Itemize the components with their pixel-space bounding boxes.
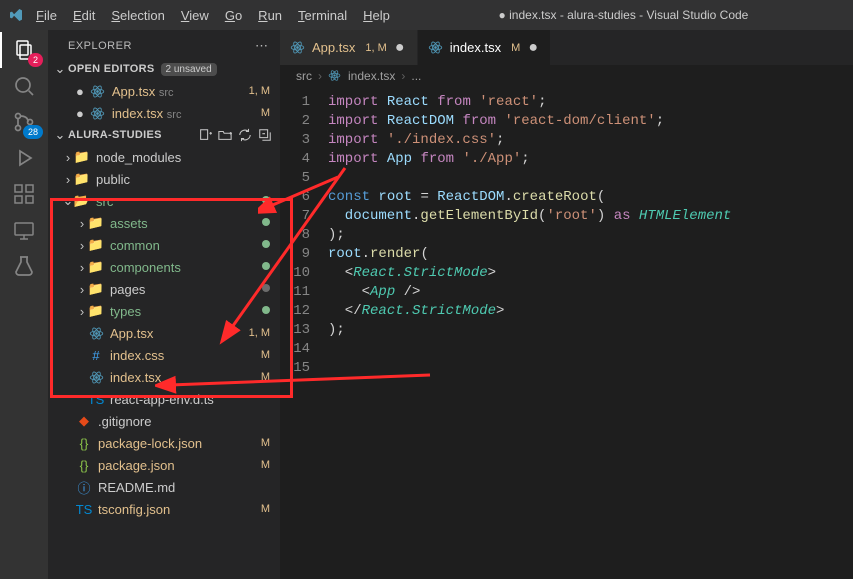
titlebar: File Edit Selection View Go Run Terminal… [0, 0, 853, 30]
folder-icon: 📁 [88, 303, 104, 319]
react-icon [88, 325, 104, 341]
chevron-right-icon: › [318, 69, 322, 83]
folder-icon: 📁 [88, 237, 104, 253]
open-editors-list: ● App.tsx src 1, M ● index.tsx src M [48, 80, 280, 124]
react-icon [90, 105, 106, 121]
activity-debug-icon[interactable] [12, 146, 36, 170]
menubar: File Edit Selection View Go Run Terminal… [28, 4, 398, 27]
folder-public[interactable]: ›📁public [48, 168, 280, 190]
tabs: App.tsx 1, M ● index.tsx M ● [280, 30, 853, 65]
folder-node-modules[interactable]: ›📁node_modules [48, 146, 280, 168]
react-icon [290, 40, 306, 56]
collapse-all-icon[interactable] [258, 128, 272, 142]
react-icon [328, 69, 342, 83]
tab-index-tsx[interactable]: index.tsx M ● [418, 30, 551, 65]
explorer-badge: 2 [28, 53, 43, 67]
activity-search-icon[interactable] [12, 74, 36, 98]
tab-app-tsx[interactable]: App.tsx 1, M ● [280, 30, 418, 65]
menu-help[interactable]: Help [355, 4, 398, 27]
folder-types[interactable]: ›📁types [48, 300, 280, 322]
open-editor-item[interactable]: ● index.tsx src M [48, 102, 280, 124]
menu-view[interactable]: View [173, 4, 217, 27]
info-icon: ⓘ [76, 479, 92, 495]
menu-selection[interactable]: Selection [103, 4, 172, 27]
react-icon [88, 369, 104, 385]
react-icon [90, 83, 106, 99]
activitybar: 2 28 [0, 30, 48, 579]
menu-run[interactable]: Run [250, 4, 290, 27]
folder-icon: 📁 [74, 171, 90, 187]
file-index-tsx[interactable]: index.tsxM [48, 366, 280, 388]
chevron-down-icon: ⌄ [52, 127, 68, 143]
refresh-icon[interactable] [238, 128, 252, 142]
json-icon: {} [76, 435, 92, 451]
ts-icon: TS [88, 391, 104, 407]
menu-edit[interactable]: Edit [65, 4, 103, 27]
file-tree: ›📁node_modules ›📁public ⌄📂src ›📁assets ›… [48, 146, 280, 520]
folder-assets[interactable]: ›📁assets [48, 212, 280, 234]
chevron-right-icon: › [401, 69, 405, 83]
open-editors-header[interactable]: ⌄ OPEN EDITORS 2 unsaved [48, 58, 280, 80]
file-app-tsx[interactable]: App.tsx1, M [48, 322, 280, 344]
editor: App.tsx 1, M ● index.tsx M ● src › index… [280, 30, 853, 579]
folder-components[interactable]: ›📁components [48, 256, 280, 278]
dirty-indicator[interactable]: ● [393, 40, 407, 56]
chevron-down-icon: ⌄ [52, 61, 68, 77]
file-tsconfig[interactable]: TStsconfig.jsonM [48, 498, 280, 520]
activity-remote-icon[interactable] [12, 218, 36, 242]
activity-extensions-icon[interactable] [12, 182, 36, 206]
git-icon: ◆ [76, 413, 92, 429]
sidebar-more-icon[interactable]: ⋯ [255, 38, 268, 54]
css-icon: # [88, 347, 104, 363]
folder-icon: 📁 [88, 215, 104, 231]
vscode-icon [8, 7, 24, 23]
new-folder-icon[interactable] [218, 128, 232, 142]
new-file-icon[interactable] [198, 128, 212, 142]
file-readme[interactable]: ⓘREADME.md [48, 476, 280, 498]
folder-icon: 📁 [88, 259, 104, 275]
react-icon [428, 40, 444, 56]
activity-scm-icon[interactable]: 28 [12, 110, 36, 134]
activity-explorer-icon[interactable]: 2 [12, 38, 36, 62]
file-index-css[interactable]: #index.cssM [48, 344, 280, 366]
file-gitignore[interactable]: ◆.gitignore [48, 410, 280, 432]
ts-icon: TS [76, 501, 92, 517]
folder-pages[interactable]: ›📁pages [48, 278, 280, 300]
scm-badge: 28 [23, 125, 43, 139]
window-title: ● index.tsx - alura-studies - Visual Stu… [398, 8, 849, 22]
sidebar: EXPLORER ⋯ ⌄ OPEN EDITORS 2 unsaved ● Ap… [48, 30, 280, 579]
activity-testing-icon[interactable] [12, 254, 36, 278]
file-react-env[interactable]: TSreact-app-env.d.ts [48, 388, 280, 410]
json-icon: {} [76, 457, 92, 473]
menu-go[interactable]: Go [217, 4, 250, 27]
unsaved-badge: 2 unsaved [161, 63, 217, 76]
menu-file[interactable]: File [28, 4, 65, 27]
file-package-lock[interactable]: {}package-lock.jsonM [48, 432, 280, 454]
breadcrumb[interactable]: src › index.tsx › ... [280, 65, 853, 87]
code-lines[interactable]: import React from 'react'; import ReactD… [328, 93, 853, 378]
line-gutter: 123456789101112131415 [280, 93, 328, 378]
folder-icon: 📁 [74, 149, 90, 165]
code-editor[interactable]: 123456789101112131415 import React from … [280, 87, 853, 378]
project-header[interactable]: ⌄ ALURA-STUDIES [48, 124, 280, 146]
menu-terminal[interactable]: Terminal [290, 4, 355, 27]
folder-icon: 📂 [74, 193, 90, 209]
sidebar-title: EXPLORER [68, 40, 132, 52]
folder-src[interactable]: ⌄📂src [48, 190, 280, 212]
file-package[interactable]: {}package.jsonM [48, 454, 280, 476]
sidebar-header: EXPLORER ⋯ [48, 30, 280, 58]
folder-common[interactable]: ›📁common [48, 234, 280, 256]
folder-icon: 📁 [88, 281, 104, 297]
open-editor-item[interactable]: ● App.tsx src 1, M [48, 80, 280, 102]
dirty-indicator[interactable]: ● [526, 40, 540, 56]
